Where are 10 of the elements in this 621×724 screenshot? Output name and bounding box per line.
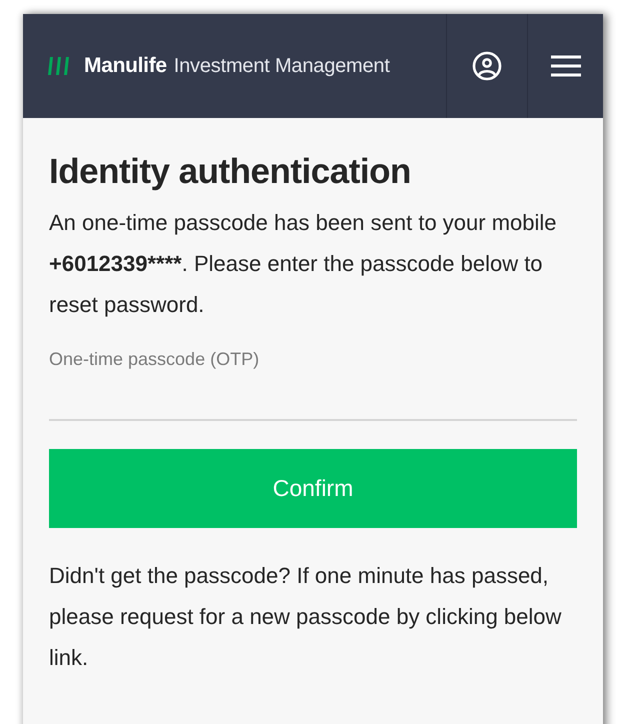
confirm-button[interactable]: Confirm	[49, 449, 577, 528]
info-message: An one-time passcode has been sent to your mobile +6012339****. Please enter the passcode below to reset password.	[49, 209, 558, 319]
help-text: Didn't get the passcode? If one minute has passed, please request for a new passcode by clicking below link.	[49, 562, 562, 672]
page-title: Identity authentication	[49, 151, 412, 193]
otp-label: One-time passcode (OTP)	[49, 348, 260, 371]
brand-name: Manulife	[84, 53, 167, 80]
brand-subtitle: Investment Management	[174, 54, 390, 80]
menu-icon	[550, 55, 580, 77]
user-icon	[472, 51, 502, 81]
logo-icon	[47, 55, 69, 77]
